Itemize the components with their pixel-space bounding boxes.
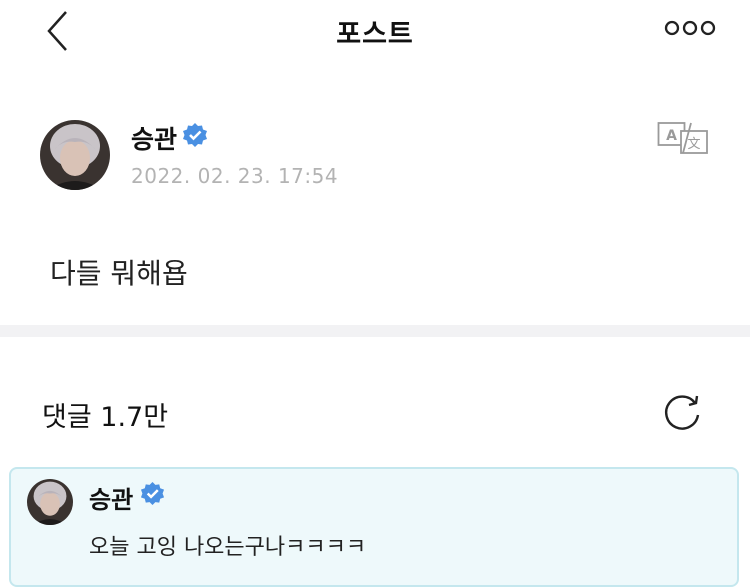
- post-content: 다들 뭐해욥: [50, 257, 188, 290]
- post-timestamp: 2022. 02. 23. 17:54: [131, 164, 339, 188]
- refresh-icon: [665, 395, 700, 430]
- translate-button[interactable]: A 文: [657, 120, 709, 156]
- translate-icon: A 文: [657, 122, 708, 154]
- author-avatar[interactable]: [40, 120, 110, 190]
- comment-author[interactable]: 승관: [89, 480, 133, 515]
- verified-icon: [140, 481, 165, 506]
- comment-avatar[interactable]: [27, 479, 73, 525]
- section-divider: [0, 325, 750, 337]
- svg-text:A: A: [666, 128, 677, 144]
- author-name[interactable]: 승관: [131, 120, 177, 156]
- verified-icon: [182, 122, 208, 148]
- refresh-button[interactable]: [660, 393, 706, 437]
- comment-text: 오늘 고잉 나오는구나ㅋㅋㅋㅋ: [89, 535, 367, 560]
- more-button[interactable]: [664, 18, 716, 38]
- more-icon: [664, 20, 716, 36]
- svg-text:文: 文: [687, 137, 700, 152]
- comments-count: 댓글 1.7만: [42, 402, 169, 433]
- page-title: 포스트: [336, 19, 414, 50]
